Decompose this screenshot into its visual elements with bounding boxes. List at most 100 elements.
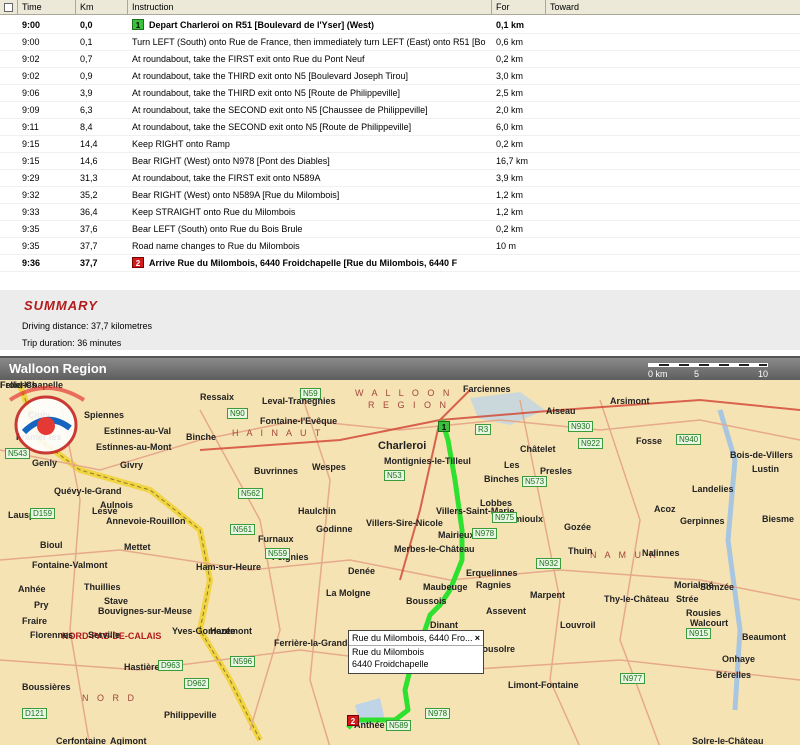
route-map[interactable]: Walloon Region 0 km 5 10 W A L L O O N R…: [0, 356, 800, 745]
direction-row[interactable]: 9:29 31,3 At roundabout, take the FIRST ex…: [0, 170, 800, 187]
row-instruction: Turn LEFT (South) onto Rue de France, th…: [132, 34, 492, 51]
road-shield: N90: [227, 408, 248, 419]
column-header-toward[interactable]: Toward: [546, 0, 800, 15]
town-label: Maubeuge: [423, 582, 468, 592]
direction-row[interactable]: 9:00 0,0 1 Depart Charleroi on R51 [Bouleva…: [0, 17, 800, 34]
town-label: Rousies: [686, 608, 722, 618]
town-label: Estinnes-au-Val: [104, 426, 172, 436]
column-header-time[interactable]: Time: [18, 0, 76, 15]
row-instruction: At roundabout, take the SECOND exit onto…: [132, 102, 492, 119]
direction-row[interactable]: 9:33 36,4 Keep STRAIGHT onto Rue du Milomb…: [0, 204, 800, 221]
town-label: Fontaine-l'Evêque: [260, 416, 338, 426]
town-label: Thy-le-Château: [604, 594, 670, 604]
direction-row[interactable]: 9:35 37,7 Road name changes to Rue du Milo…: [0, 238, 800, 255]
direction-row[interactable]: 9:15 14,6 Bear RIGHT (West) onto N978 [Pon…: [0, 153, 800, 170]
road-shield: N596: [230, 656, 256, 667]
direction-row[interactable]: 9:06 3,9 At roundabout, take the THIRD exi…: [0, 85, 800, 102]
row-for: 2,0 km: [496, 105, 524, 115]
row-time: 9:06: [22, 88, 40, 98]
start-flag-icon: 1: [132, 19, 144, 30]
town-label: Anhée: [18, 584, 46, 594]
road-shield: N559: [265, 548, 291, 559]
popup-street: Rue du Milombois: [352, 647, 425, 657]
direction-row[interactable]: 9:32 35,2 Bear RIGHT (West) onto N589A [Ru…: [0, 187, 800, 204]
row-time: 9:11: [22, 122, 39, 132]
direction-row[interactable]: 9:09 6,3 At roundabout, take the SECOND ex…: [0, 102, 800, 119]
town-label: Mairieux: [438, 530, 475, 540]
town-label: Bioul: [40, 540, 63, 550]
row-instruction-text: At roundabout, take the FIRST exit onto …: [132, 173, 321, 183]
row-instruction-text: Bear LEFT (South) onto Rue du Bois Brule: [132, 224, 303, 234]
town-label: Givry: [120, 460, 144, 470]
row-instruction: Road name changes to Rue du Milombois: [132, 238, 492, 255]
map-title-bar: Walloon Region 0 km 5 10: [0, 358, 800, 380]
row-instruction-text: At roundabout, take the SECOND exit onto…: [132, 105, 428, 115]
column-header-for[interactable]: For: [492, 0, 546, 15]
town-label: Marpent: [530, 590, 566, 600]
road-shield: N562: [238, 488, 264, 499]
row-instruction: Bear LEFT (South) onto Rue du Bois Brule: [132, 221, 492, 238]
direction-row[interactable]: 9:15 14,4 Keep RIGHT onto Ramp 0,2 km: [0, 136, 800, 153]
row-instruction-text: At roundabout, take the THIRD exit onto …: [132, 88, 400, 98]
direction-row[interactable]: 9:35 37,6 Bear LEFT (South) onto Rue du Bo…: [0, 221, 800, 238]
town-label: Châtelet: [520, 444, 556, 454]
row-km: 0,9: [80, 71, 93, 81]
row-km: 14,4: [80, 139, 98, 149]
town-label: Ferrière-la-Grande: [274, 638, 353, 648]
town-label: Erquelinnes: [466, 568, 518, 578]
row-for: 3,9 km: [496, 173, 524, 183]
direction-row[interactable]: 9:02 0,9 At roundabout, take the THIRD exi…: [0, 68, 800, 85]
town-label: Cerfontaine: [56, 736, 107, 745]
row-instruction-text: At roundabout, take the SECOND exit onto…: [132, 122, 412, 132]
row-time: 9:33: [22, 207, 40, 217]
row-instruction-text: At roundabout, take the FIRST exit onto …: [132, 54, 365, 64]
town-label: Boussières: [22, 682, 71, 692]
row-for: 0,2 km: [496, 139, 524, 149]
row-km: 6,3: [80, 105, 93, 115]
town-label: Philippeville: [164, 710, 217, 720]
scale-label-start: 0 km: [648, 369, 668, 379]
direction-row[interactable]: 9:02 0,7 At roundabout, take the FIRST exi…: [0, 51, 800, 68]
town-label: Walcourt: [690, 618, 729, 628]
column-header-instruction[interactable]: Instruction: [128, 0, 492, 15]
town-label: Presles: [540, 466, 573, 476]
row-for: 2,5 km: [496, 88, 524, 98]
row-time: 9:09: [22, 105, 40, 115]
road-shield: N978: [425, 708, 451, 719]
row-time: 9:35: [22, 224, 40, 234]
select-all-checkbox[interactable]: [0, 0, 18, 15]
location-popup[interactable]: Rue du Milombois, 6440 Fro... × Rue du M…: [348, 630, 484, 674]
town-label: Farciennes: [463, 384, 511, 394]
town-label: Fraire: [22, 616, 48, 626]
town-label: Merbes-le-Château: [394, 544, 475, 554]
close-icon[interactable]: ×: [475, 632, 480, 644]
town-label: Annevoie-Rouillon: [106, 516, 186, 526]
direction-row[interactable]: 9:36 37,7 2 Arrive Rue du Milombois, 6440 F…: [0, 255, 800, 272]
row-instruction: At roundabout, take the FIRST exit onto …: [132, 170, 492, 187]
map-scale-bar: 0 km 5 10: [648, 361, 788, 379]
direction-row[interactable]: 9:00 0,1 Turn LEFT (South) onto Rue de Fra…: [0, 34, 800, 51]
route-start-marker[interactable]: 1: [438, 421, 450, 432]
region-label-hainaut: H A I N A U T: [232, 428, 324, 438]
column-header-km[interactable]: Km: [76, 0, 128, 15]
row-instruction: Keep STRAIGHT onto Rue du Milombois: [132, 204, 492, 221]
row-km: 0,1: [80, 37, 93, 47]
town-label: Quévy-le-Grand: [54, 486, 122, 496]
town-label: Strée: [676, 594, 699, 604]
town-label: Montignies-le-Tilleul: [384, 456, 471, 466]
town-label: Yves-Gomezée: [172, 626, 236, 636]
road-shield: N573: [522, 476, 548, 487]
row-for: 1,2 km: [496, 207, 524, 217]
route-end-marker[interactable]: 2: [347, 715, 359, 726]
town-label: Furnaux: [258, 534, 294, 544]
town-label: Morialmé: [674, 580, 714, 590]
town-label: Fosse: [636, 436, 663, 446]
row-km: 37,7: [80, 241, 98, 251]
direction-row[interactable]: 9:11 8,4 At roundabout, take the SECOND ex…: [0, 119, 800, 136]
row-km: 31,3: [80, 173, 98, 183]
road-shield: N589: [386, 720, 412, 731]
row-instruction: At roundabout, take the FIRST exit onto …: [132, 51, 492, 68]
road-shield: N930: [568, 421, 594, 432]
road-shield: N932: [536, 558, 562, 569]
town-label: Agimont: [110, 736, 147, 745]
